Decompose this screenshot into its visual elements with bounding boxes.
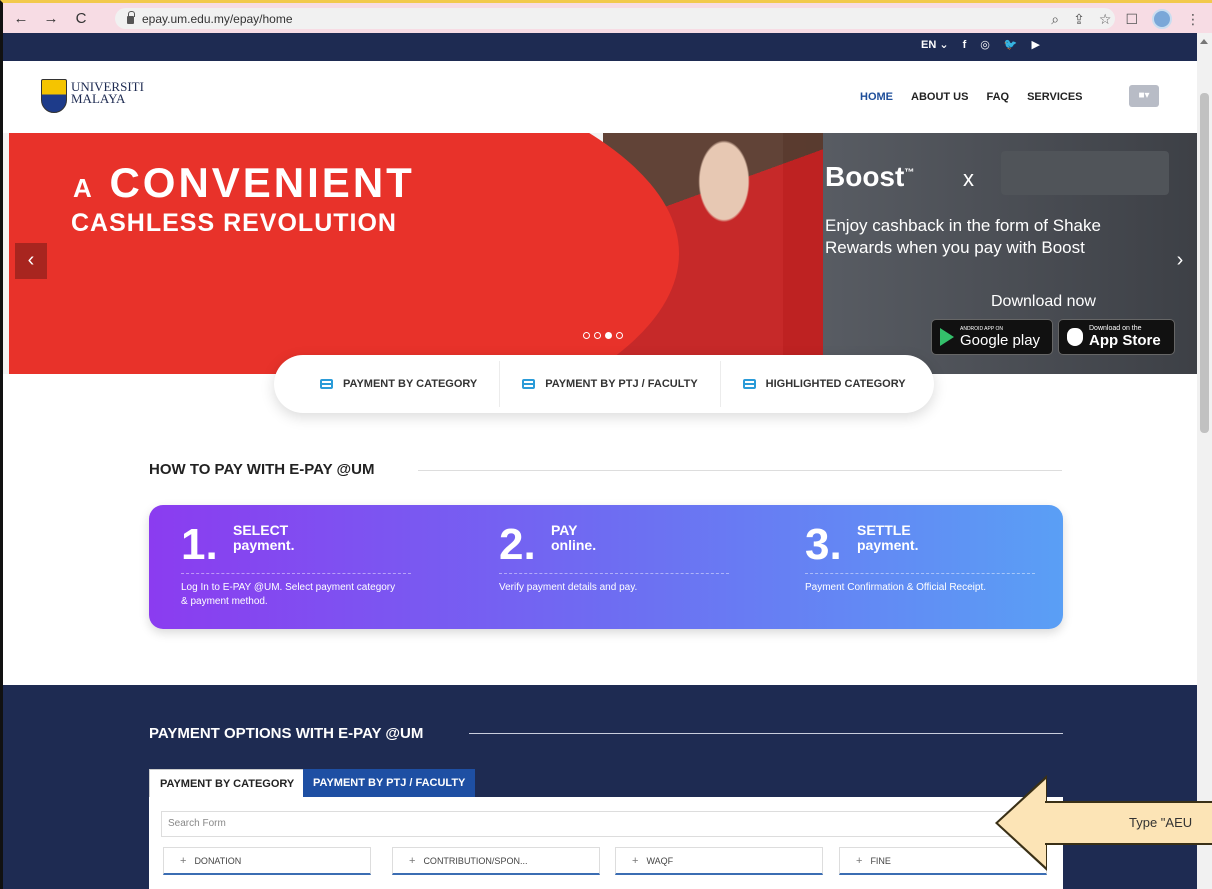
twitter-icon[interactable]: 🐦 (1004, 38, 1018, 51)
scroll-up-arrow[interactable] (1200, 39, 1208, 44)
callout-arrow-head-fill (998, 779, 1046, 867)
plus-icon: + (180, 855, 187, 867)
quick-payment-by-category[interactable]: PAYMENT BY CATEGORY (274, 361, 499, 407)
app-store-badge[interactable]: Download on the App Store (1058, 319, 1175, 355)
category-contribution[interactable]: + CONTRIBUTION/SPON... (392, 847, 600, 875)
boost-logo: Boost™ (825, 161, 915, 192)
payment-form-panel: Search Form + DONATION + CONTRIBUTION/SPON… (149, 797, 1063, 889)
forward-button[interactable]: → (39, 10, 63, 27)
category-waqf[interactable]: + WAQF (615, 847, 823, 875)
menu-home[interactable]: HOME (860, 91, 893, 103)
plus-icon: + (409, 855, 416, 867)
promo-banner: A CONVENIENT CASHLESS REVOLUTION Boost™ … (3, 133, 1197, 374)
top-bar: EN ⌄ f ◎ 🐦 ▶ (3, 33, 1197, 61)
menu-faq[interactable]: FAQ (986, 91, 1009, 103)
user-menu-button[interactable]: ■▾ (1129, 85, 1159, 107)
reload-button[interactable]: C (69, 10, 93, 27)
banner-subheadline: CASHLESS REVOLUTION (71, 209, 397, 237)
browser-toolbar: ← → C epay.um.edu.my/epay/home ⌕ ⇪ ☆ ☐ ⋮ (3, 3, 1212, 33)
sidepanel-icon[interactable]: ☐ (1125, 11, 1138, 28)
facebook-icon[interactable]: f (963, 39, 967, 51)
divider (469, 733, 1063, 734)
quick-highlighted-category[interactable]: HIGHLIGHTED CATEGORY (719, 361, 928, 407)
tab-payment-by-ptj[interactable]: PAYMENT BY PTJ / FACULTY (303, 769, 476, 797)
page-scrollbar[interactable] (1197, 33, 1212, 889)
main-menu: HOME ABOUT US FAQ SERVICES (860, 91, 1083, 103)
instagram-icon[interactable]: ◎ (980, 38, 990, 51)
download-label: Download now (991, 293, 1096, 310)
menu-about-us[interactable]: ABOUT US (911, 91, 968, 103)
carousel-prev-button[interactable]: ‹ (15, 243, 47, 279)
youtube-icon[interactable]: ▶ (1032, 38, 1040, 51)
quick-payment-by-ptj[interactable]: PAYMENT BY PTJ / FACULTY (499, 361, 719, 407)
how-to-pay-steps: 1. SELECT payment. Log In to E-PAY @UM. S… (149, 505, 1063, 629)
university-logo[interactable]: UNIVERSITI MALAYA (41, 79, 144, 113)
tab-payment-by-category[interactable]: PAYMENT BY CATEGORY (149, 769, 306, 797)
crest-icon (41, 79, 67, 113)
payment-options-title: PAYMENT OPTIONS WITH E-PAY @UM (149, 725, 424, 742)
category-quick-bar: PAYMENT BY CATEGORY PAYMENT BY PTJ / FAC… (274, 355, 934, 413)
boost-x: x (963, 166, 974, 191)
callout-text: Type "AEU (1045, 801, 1212, 845)
site-header: UNIVERSITI MALAYA HOME ABOUT US FAQ SERV… (3, 61, 1197, 133)
plus-icon: + (856, 855, 863, 867)
google-play-badge[interactable]: ANDROID APP ON Google play (931, 319, 1053, 355)
play-icon (940, 328, 954, 346)
carousel-dot[interactable] (616, 332, 623, 339)
back-button[interactable]: ← (9, 10, 33, 27)
carousel-next-button[interactable]: › (1169, 243, 1191, 279)
profile-avatar[interactable] (1152, 9, 1172, 29)
language-selector[interactable]: EN ⌄ (921, 38, 949, 51)
carousel-dot[interactable] (583, 332, 590, 339)
logo-line-2: MALAYA (71, 91, 126, 106)
lock-icon (127, 10, 135, 24)
search-form-input[interactable]: Search Form (161, 811, 1041, 837)
boost-promo-text: Enjoy cashback in the form of Shake Rewa… (825, 216, 1101, 257)
card-icon (742, 379, 756, 389)
card-icon (522, 379, 536, 389)
how-to-pay-title: HOW TO PAY WITH E-PAY @UM (149, 461, 375, 478)
carousel-dots (583, 332, 623, 339)
more-icon[interactable]: ⋮ (1186, 11, 1200, 28)
banner-headline: A CONVENIENT (73, 159, 415, 206)
web-page: EN ⌄ f ◎ 🐦 ▶ UNIVERSITI MALAYA HOME ABOU… (3, 33, 1197, 889)
redacted-logo (1001, 151, 1169, 195)
address-bar[interactable]: epay.um.edu.my/epay/home (115, 8, 1115, 29)
url-text: epay.um.edu.my/epay/home (142, 11, 293, 26)
category-donation[interactable]: + DONATION (163, 847, 371, 875)
carousel-dot[interactable] (594, 332, 601, 339)
scroll-thumb[interactable] (1200, 93, 1209, 433)
apple-icon (1067, 328, 1083, 346)
search-icon[interactable]: ⌕ (1051, 11, 1059, 28)
plus-icon: + (632, 855, 639, 867)
browser-actions: ⌕ ⇪ ☆ ☐ ⋮ (1051, 9, 1200, 29)
divider (418, 470, 1062, 471)
share-icon[interactable]: ⇪ (1073, 11, 1085, 28)
carousel-dot-active[interactable] (605, 332, 612, 339)
star-icon[interactable]: ☆ (1099, 11, 1112, 28)
card-icon (320, 379, 333, 389)
menu-services[interactable]: SERVICES (1027, 91, 1082, 103)
